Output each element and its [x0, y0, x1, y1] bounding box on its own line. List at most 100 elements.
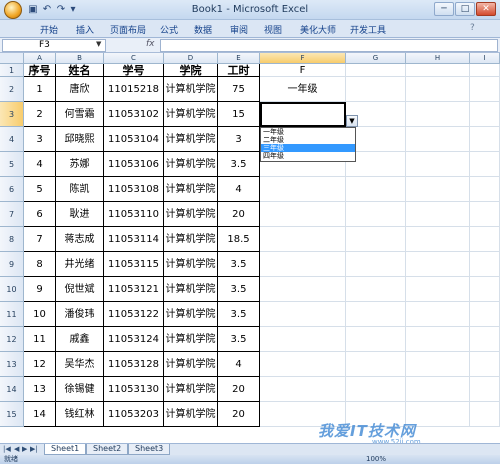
table-cell[interactable]: 计算机学院: [164, 377, 218, 402]
worksheet-grid[interactable]: A B C D E F G H I 1 序号 姓名 学号 学院 工时 F 2 1 唐欣 11015218 计算机学院 75…: [0, 53, 500, 443]
table-cell[interactable]: 1: [24, 77, 56, 102]
table-cell[interactable]: 20: [218, 377, 260, 402]
table-cell[interactable]: [260, 277, 346, 302]
table-cell[interactable]: [406, 252, 470, 277]
column-header[interactable]: B: [56, 53, 104, 64]
first-sheet-icon[interactable]: |◀: [3, 445, 11, 453]
last-sheet-icon[interactable]: ▶|: [30, 445, 38, 453]
table-cell[interactable]: 2: [24, 102, 56, 127]
table-cell[interactable]: 11053128: [104, 352, 164, 377]
table-cell[interactable]: 11053130: [104, 377, 164, 402]
table-cell[interactable]: [406, 227, 470, 252]
zoom-level[interactable]: 100%: [366, 455, 386, 464]
tab-data[interactable]: 数据: [194, 23, 212, 36]
table-cell[interactable]: 戚鑫: [56, 327, 104, 352]
next-sheet-icon[interactable]: ▶: [22, 445, 27, 453]
table-cell[interactable]: 3.5: [218, 302, 260, 327]
table-cell[interactable]: 3: [218, 127, 260, 152]
table-cell[interactable]: 一年级: [260, 77, 346, 102]
table-cell[interactable]: 11053114: [104, 227, 164, 252]
header-cell[interactable]: [346, 64, 406, 77]
table-cell[interactable]: 3.5: [218, 252, 260, 277]
table-cell[interactable]: [470, 402, 500, 427]
table-cell[interactable]: 计算机学院: [164, 227, 218, 252]
tab-developer[interactable]: 开发工具: [350, 23, 386, 36]
header-cell[interactable]: 工时: [218, 64, 260, 77]
table-cell[interactable]: 6: [24, 202, 56, 227]
table-cell[interactable]: 3.5: [218, 327, 260, 352]
header-cell[interactable]: [470, 64, 500, 77]
column-header[interactable]: D: [164, 53, 218, 64]
table-cell[interactable]: [470, 352, 500, 377]
table-cell[interactable]: 计算机学院: [164, 302, 218, 327]
table-cell[interactable]: [260, 227, 346, 252]
table-cell[interactable]: 蒋志成: [56, 227, 104, 252]
table-cell[interactable]: [470, 177, 500, 202]
validation-dropdown-list[interactable]: 一年级 二年级 三年级 四年级: [260, 127, 356, 162]
table-cell[interactable]: 计算机学院: [164, 177, 218, 202]
table-cell[interactable]: 12: [24, 352, 56, 377]
help-icon[interactable]: ?: [470, 23, 475, 33]
table-cell[interactable]: [406, 302, 470, 327]
table-cell[interactable]: 计算机学院: [164, 277, 218, 302]
column-header[interactable]: E: [218, 53, 260, 64]
table-cell[interactable]: [346, 227, 406, 252]
table-cell[interactable]: 3: [24, 127, 56, 152]
table-cell[interactable]: 徐锡健: [56, 377, 104, 402]
table-cell[interactable]: 吴华杰: [56, 352, 104, 377]
table-cell[interactable]: 75: [218, 77, 260, 102]
tab-page-layout[interactable]: 页面布局: [110, 23, 146, 36]
row-header[interactable]: 3: [0, 102, 24, 127]
table-cell[interactable]: 倪世斌: [56, 277, 104, 302]
table-cell[interactable]: [260, 252, 346, 277]
table-cell[interactable]: 陈凯: [56, 177, 104, 202]
sheet-tab-3[interactable]: Sheet3: [128, 444, 171, 455]
table-cell[interactable]: 13: [24, 377, 56, 402]
table-cell[interactable]: 11053102: [104, 102, 164, 127]
active-cell[interactable]: [260, 102, 346, 127]
header-cell[interactable]: 姓名: [56, 64, 104, 77]
table-cell[interactable]: [346, 277, 406, 302]
table-cell[interactable]: 11053122: [104, 302, 164, 327]
table-cell[interactable]: [406, 352, 470, 377]
header-cell[interactable]: 学号: [104, 64, 164, 77]
row-header[interactable]: 15: [0, 402, 24, 427]
table-cell[interactable]: [470, 302, 500, 327]
table-cell[interactable]: [470, 127, 500, 152]
row-header[interactable]: 9: [0, 252, 24, 277]
table-cell[interactable]: [346, 302, 406, 327]
column-header[interactable]: G: [346, 53, 406, 64]
chevron-down-icon[interactable]: ▼: [96, 40, 101, 48]
header-cell[interactable]: F: [260, 64, 346, 77]
table-cell[interactable]: 10: [24, 302, 56, 327]
table-cell[interactable]: 11053106: [104, 152, 164, 177]
table-cell[interactable]: [470, 202, 500, 227]
row-header[interactable]: 6: [0, 177, 24, 202]
row-header[interactable]: 5: [0, 152, 24, 177]
table-cell[interactable]: 苏娜: [56, 152, 104, 177]
tab-home[interactable]: 开始: [40, 23, 58, 36]
table-cell[interactable]: 3.5: [218, 152, 260, 177]
table-cell[interactable]: 11053203: [104, 402, 164, 427]
column-header[interactable]: H: [406, 53, 470, 64]
prev-sheet-icon[interactable]: ◀: [14, 445, 19, 453]
tab-formulas[interactable]: 公式: [160, 23, 178, 36]
table-cell[interactable]: 4: [218, 177, 260, 202]
close-button[interactable]: ✕: [476, 2, 496, 16]
column-header[interactable]: I: [470, 53, 500, 64]
validation-dropdown-button[interactable]: ▼: [346, 115, 358, 127]
table-cell[interactable]: 井光绪: [56, 252, 104, 277]
table-cell[interactable]: 4: [24, 152, 56, 177]
table-cell[interactable]: 计算机学院: [164, 77, 218, 102]
table-cell[interactable]: 20: [218, 402, 260, 427]
maximize-button[interactable]: □: [455, 2, 475, 16]
table-cell[interactable]: [260, 302, 346, 327]
table-cell[interactable]: 11053110: [104, 202, 164, 227]
table-cell[interactable]: 计算机学院: [164, 102, 218, 127]
table-cell[interactable]: 14: [24, 402, 56, 427]
table-cell[interactable]: [346, 252, 406, 277]
table-cell[interactable]: 计算机学院: [164, 352, 218, 377]
table-cell[interactable]: [406, 327, 470, 352]
table-cell[interactable]: [406, 202, 470, 227]
table-cell[interactable]: 8: [24, 252, 56, 277]
